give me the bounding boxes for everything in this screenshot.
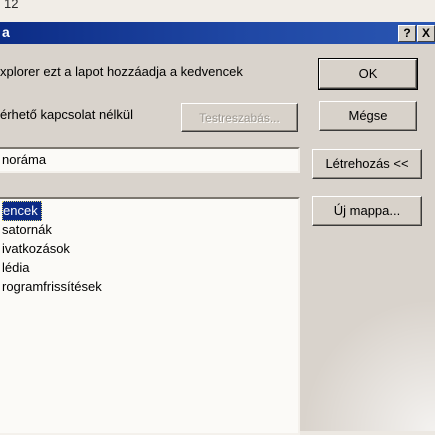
folder-item[interactable]: rogramfrissítések bbox=[2, 278, 102, 296]
help-button[interactable]: ? bbox=[398, 25, 416, 42]
create-in-button[interactable]: Létrehozás << bbox=[312, 149, 422, 179]
folder-item-selected[interactable]: encek bbox=[2, 201, 42, 221]
folder-item[interactable]: satornák bbox=[2, 221, 52, 239]
new-folder-button[interactable]: Új mappa... bbox=[312, 196, 422, 226]
folder-item[interactable]: ivatkozások bbox=[2, 240, 70, 258]
customize-button[interactable]: Testreszabás... bbox=[181, 103, 298, 132]
page-number: 12 bbox=[4, 0, 19, 11]
background-strip: 12 bbox=[0, 0, 435, 22]
window-title: a bbox=[2, 24, 10, 40]
name-input[interactable]: noráma bbox=[0, 147, 300, 173]
cancel-button[interactable]: Mégse bbox=[319, 101, 417, 131]
add-favorite-dialog: xplorer ezt a lapot hozzáadja a kedvence… bbox=[0, 44, 435, 435]
name-input-value: noráma bbox=[2, 152, 47, 167]
folder-item[interactable]: lédia bbox=[2, 259, 29, 277]
offline-checkbox-label[interactable]: érhető kapcsolat nélkül bbox=[0, 107, 133, 122]
title-bar[interactable]: a ? X bbox=[0, 22, 435, 44]
folder-tree[interactable]: encek satornák ivatkozások lédia rogramf… bbox=[0, 197, 300, 435]
message-text: xplorer ezt a lapot hozzáadja a kedvence… bbox=[0, 64, 243, 79]
close-button[interactable]: X bbox=[417, 25, 435, 42]
ok-button[interactable]: OK bbox=[318, 58, 418, 90]
